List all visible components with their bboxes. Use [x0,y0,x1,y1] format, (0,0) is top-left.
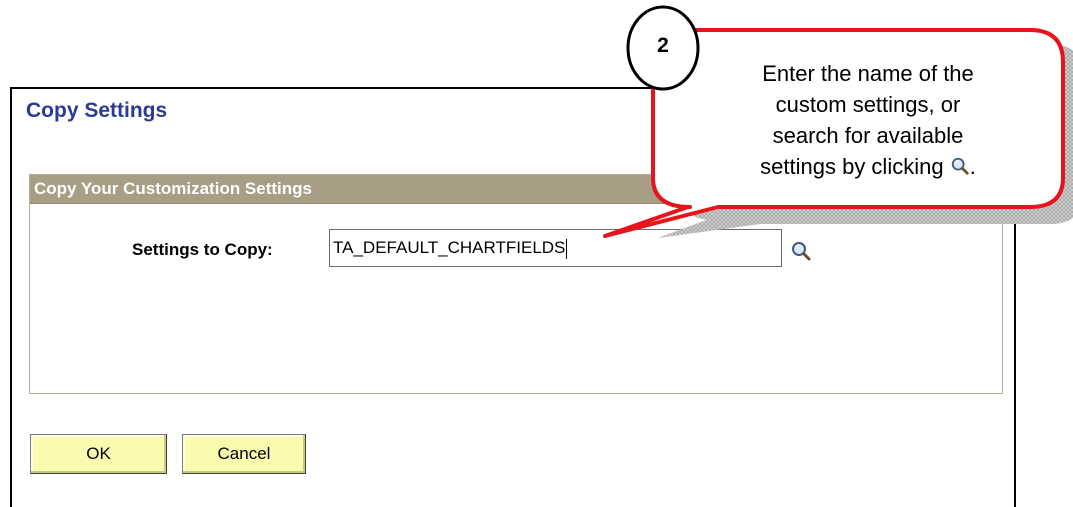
callout-text: Enter the name of the custom settings, o… [700,58,1036,182]
callout-line: custom settings, or [775,92,961,117]
callout-line: Enter the name of the [762,61,974,86]
callout-line: search for available [772,123,964,148]
callout-line-text: settings by clicking [760,154,944,179]
callout-period: . [969,154,976,179]
step-number: 2 [657,34,669,57]
callout-line: settings by clicking . [700,151,1036,182]
magnifier-icon [950,153,970,175]
